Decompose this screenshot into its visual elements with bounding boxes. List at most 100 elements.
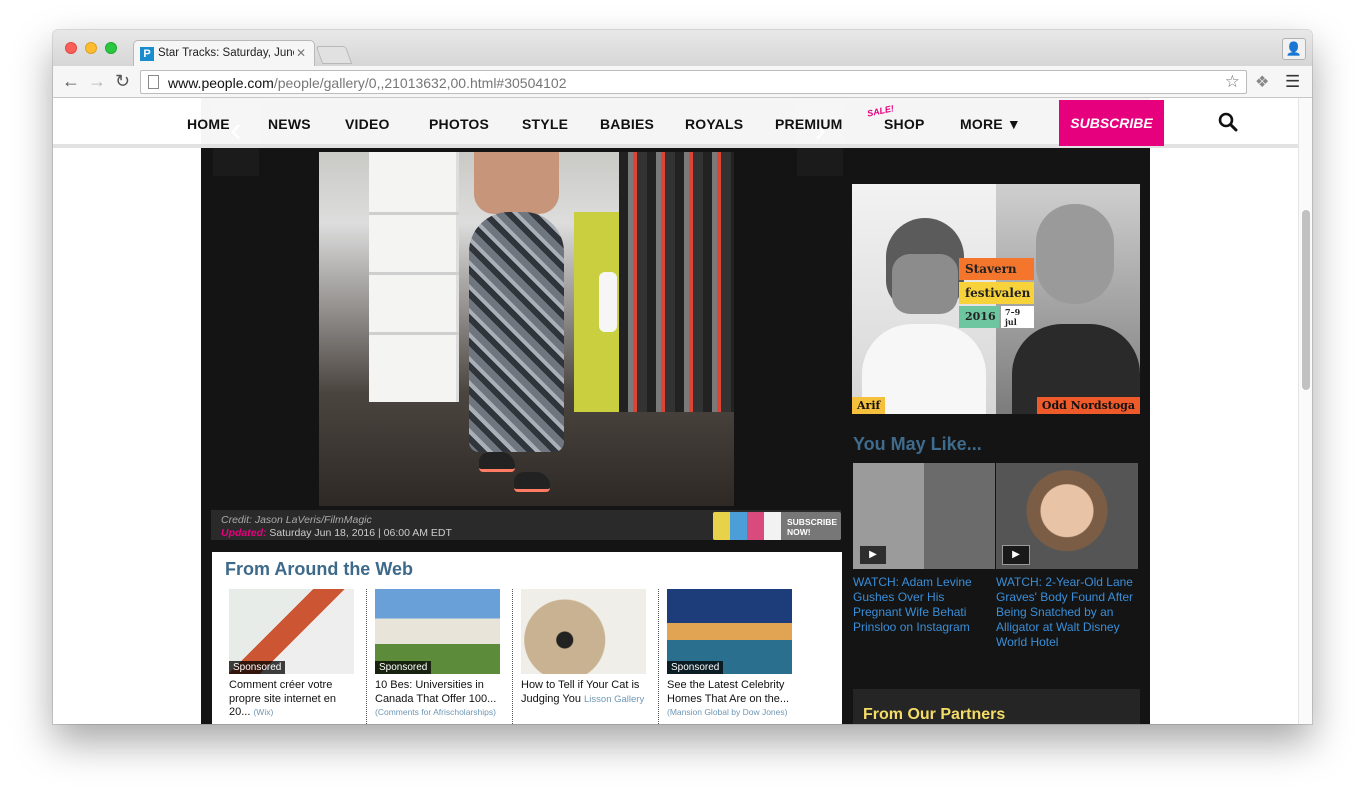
yml-item[interactable]: ▶ WATCH: Adam Levine Gushes Over His Pre… [853, 463, 995, 635]
magazine-covers [713, 512, 781, 540]
gallery-photo[interactable] [319, 152, 734, 506]
fatw-text[interactable]: See the Latest Celebrity Homes That Are … [667, 679, 792, 720]
browser-tab[interactable]: P Star Tracks: Saturday, June ✕ [133, 40, 315, 66]
photo-torso [474, 152, 559, 214]
fatw-thumb[interactable]: Sponsored [375, 589, 500, 674]
festival-logo: Stavern festivalen 2016 7–9 jul [959, 258, 1034, 335]
close-window-button[interactable] [65, 42, 77, 54]
profile-icon[interactable]: 👤 [1282, 38, 1306, 60]
fatw-text[interactable]: How to Tell if Your Cat is Judging You L… [521, 679, 646, 706]
fatw-item[interactable]: Sponsored 10 Bes: Universities in Canada… [375, 589, 500, 720]
browser-toolbar: ← → ↻ www.people.com/people/gallery/0,,2… [53, 66, 1312, 98]
ad-name-left: Arif [852, 397, 886, 414]
url-host: www.people.com [168, 75, 274, 91]
from-around-web: From Around the Web Sponsored Comment cr… [212, 552, 842, 724]
zoom-window-button[interactable] [105, 42, 117, 54]
tab-strip: P Star Tracks: Saturday, June ✕ 👤 [53, 30, 1312, 66]
fatw-thumb[interactable] [521, 589, 646, 674]
updated-value: Saturday Jun 18, 2016 | 06:00 AM EDT [269, 527, 452, 539]
yml-text[interactable]: WATCH: 2-Year-Old Lane Graves' Body Foun… [996, 575, 1138, 650]
nav-babies[interactable]: BABIES [600, 116, 654, 132]
sponsored-tag: Sponsored [667, 661, 724, 674]
yml-item[interactable]: ▶ WATCH: 2-Year-Old Lane Graves' Body Fo… [996, 463, 1138, 650]
fatw-item[interactable]: How to Tell if Your Cat is Judging You L… [521, 589, 646, 706]
nav-home[interactable]: HOME [187, 116, 230, 132]
menu-icon[interactable]: ☰ [1285, 72, 1300, 92]
festival-ad[interactable]: Stavern festivalen 2016 7–9 jul Arif Odd… [852, 184, 1140, 414]
photo-clothing-rack [619, 152, 734, 412]
photo-bottle [599, 272, 617, 332]
yml-prefix: WATCH: [853, 575, 899, 589]
photo-shelf-line [369, 332, 459, 335]
subscribe-promo[interactable]: SUBSCRIBE NOW! [713, 512, 841, 540]
web-page: ‹ › Credit: Jason LaVeris/FilmMagic Upda… [53, 98, 1298, 724]
fatw-headline[interactable]: See the Latest Celebrity Homes That Are … [667, 679, 789, 705]
photo-credit-bar: Credit: Jason LaVeris/FilmMagic Updated:… [211, 510, 841, 540]
people-favicon-icon: P [140, 47, 154, 61]
fatw-item[interactable]: Sponsored Comment créer votre propre sit… [229, 589, 354, 720]
photo-shelf-line [369, 272, 459, 275]
from-our-partners: From Our Partners [853, 689, 1140, 724]
minimize-window-button[interactable] [85, 42, 97, 54]
photo-credit: Credit: Jason LaVeris/FilmMagic [221, 514, 372, 526]
fatw-text[interactable]: Comment créer votre propre site internet… [229, 679, 354, 720]
fatw-thumb[interactable]: Sponsored [229, 589, 354, 674]
photo-shelf [369, 152, 459, 402]
url-path: /people/gallery/0,,21013632,00.html#3050… [273, 75, 567, 91]
fatw-divider [366, 589, 367, 724]
nav-more[interactable]: MORE ▼ [960, 116, 1021, 132]
scrollbar-thumb[interactable] [1302, 210, 1310, 390]
sponsored-tag: Sponsored [229, 661, 286, 674]
play-icon[interactable]: ▶ [1002, 545, 1030, 565]
forward-arrow-icon[interactable]: → [88, 71, 106, 91]
festival-dates: 7–9 jul [1001, 306, 1034, 328]
nav-shop[interactable]: SHOP [884, 116, 924, 132]
nav-royals[interactable]: ROYALS [685, 116, 743, 132]
photo-shoe [479, 452, 515, 472]
ad-name-right: Odd Nordstoga [1036, 397, 1140, 414]
search-icon[interactable] [1217, 111, 1239, 133]
fatw-text[interactable]: 10 Bes: Universities in Canada That Offe… [375, 679, 500, 720]
fatw-title: From Around the Web [225, 559, 413, 579]
page-scrollbar[interactable] [1298, 98, 1312, 724]
nav-photos[interactable]: PHOTOS [429, 116, 489, 132]
yml-thumb[interactable]: ▶ [853, 463, 995, 569]
fatw-headline[interactable]: 10 Bes: Universities in Canada That Offe… [375, 679, 496, 705]
site-nav: HOME NEWS VIDEO PHOTOS STYLE BABIES ROYA… [53, 98, 1298, 148]
fatw-headline[interactable]: Comment créer votre propre site internet… [229, 679, 336, 718]
bookmark-star-icon[interactable]: ☆ [1225, 72, 1240, 92]
url-text[interactable]: www.people.com/people/gallery/0,,2101363… [168, 75, 567, 91]
partners-title: From Our Partners [863, 706, 1006, 723]
nav-news[interactable]: NEWS [268, 116, 311, 132]
back-arrow-icon[interactable]: ← [62, 71, 80, 91]
nav-style[interactable]: STYLE [522, 116, 568, 132]
new-tab-button[interactable] [315, 46, 353, 64]
yml-text[interactable]: WATCH: Adam Levine Gushes Over His Pregn… [853, 575, 995, 635]
fatw-thumb[interactable]: Sponsored [667, 589, 792, 674]
photo-updated: Updated: Saturday Jun 18, 2016 | 06:00 A… [221, 527, 452, 539]
festival-logo-line: festivalen [959, 282, 1034, 304]
updated-label: Updated: [221, 527, 267, 539]
reload-icon[interactable]: ↻ [115, 71, 130, 91]
dropbox-icon[interactable]: ❖ [1255, 72, 1269, 92]
yml-prefix: WATCH: [996, 575, 1042, 589]
festival-logo-line: 2016 [959, 306, 999, 328]
fatw-divider [658, 589, 659, 724]
fatw-source: (Wix) [253, 707, 274, 717]
subscribe-button[interactable]: SUBSCRIBE [1059, 100, 1164, 146]
fatw-item[interactable]: Sponsored See the Latest Celebrity Homes… [667, 589, 792, 720]
photo-shelf-line [369, 212, 459, 215]
page-icon [148, 75, 159, 89]
address-bar[interactable]: www.people.com/people/gallery/0,,2101363… [140, 70, 1247, 94]
photo-shoe [514, 472, 550, 492]
subscribe-promo-label: SUBSCRIBE NOW! [787, 517, 838, 537]
nav-premium[interactable]: PREMIUM [775, 116, 843, 132]
ad-person-left-hands [892, 254, 958, 314]
fatw-source: (Comments for Afrischolarships) [375, 707, 496, 717]
play-icon[interactable]: ▶ [859, 545, 887, 565]
nav-video[interactable]: VIDEO [345, 116, 390, 132]
browser-window: P Star Tracks: Saturday, June ✕ 👤 ← → ↻ … [53, 30, 1312, 724]
close-tab-icon[interactable]: ✕ [296, 46, 306, 60]
yml-thumb[interactable]: ▶ [996, 463, 1138, 569]
photo-leggings [469, 212, 564, 452]
